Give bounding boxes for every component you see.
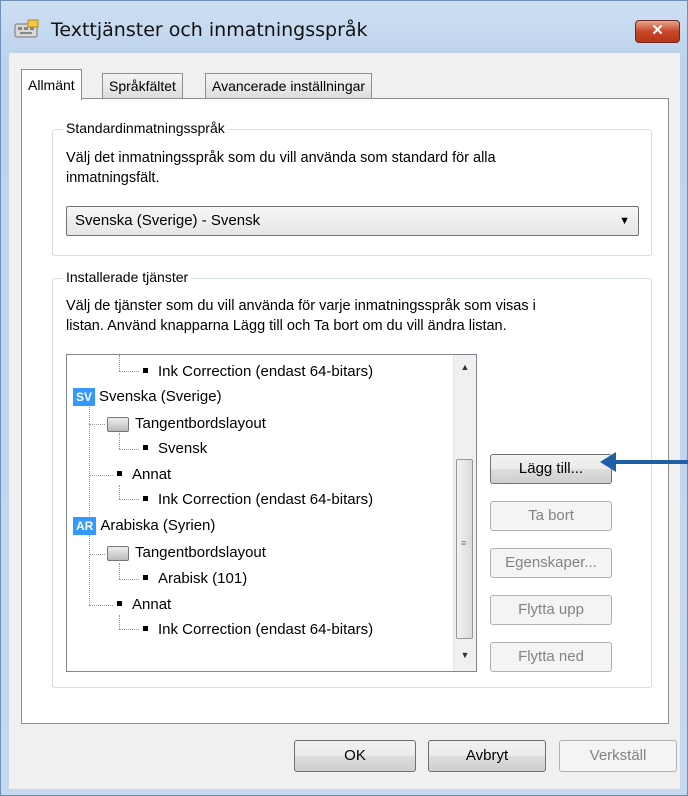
tree-connector bbox=[119, 499, 139, 500]
tree-scrollbar[interactable]: ▲ ≡ ▼ bbox=[453, 355, 476, 671]
tree-connector bbox=[89, 535, 90, 605]
arrow-left-icon bbox=[600, 452, 616, 472]
tree-connector bbox=[119, 355, 120, 371]
cancel-button[interactable]: Avbryt bbox=[428, 740, 546, 772]
selected-language-text: Svenska (Sverige) - Svensk bbox=[75, 212, 261, 229]
bullet-icon bbox=[143, 575, 148, 581]
move-down-button[interactable]: Flytta ned bbox=[490, 642, 612, 672]
tree-connector bbox=[119, 485, 120, 499]
language-badge: SV bbox=[73, 388, 96, 406]
bullet-icon bbox=[143, 368, 148, 374]
tree-connector bbox=[119, 629, 139, 630]
keyboard-icon bbox=[107, 545, 129, 561]
tree-item-ink-correction[interactable]: Ink Correction (endast 64-bitars) bbox=[143, 488, 373, 512]
properties-button[interactable]: Egenskaper... bbox=[490, 548, 612, 578]
bullet-icon bbox=[143, 445, 148, 451]
close-icon: ✕ bbox=[651, 22, 664, 39]
tree-connector bbox=[119, 579, 139, 580]
tree-item-ink-correction[interactable]: Ink Correction (endast 64-bitars) bbox=[143, 618, 373, 642]
tree-item-keyboard-layout[interactable]: Tangentbordslayout bbox=[107, 412, 266, 436]
installed-services-description-line1: Välj de tjänster som du vill använda för… bbox=[66, 298, 536, 314]
tree-item-keyboard-swedish[interactable]: Svensk bbox=[143, 437, 207, 461]
remove-button[interactable]: Ta bort bbox=[490, 501, 612, 531]
tree-item-other[interactable]: Annat bbox=[117, 593, 171, 617]
scrollbar-thumb[interactable]: ≡ bbox=[456, 459, 473, 639]
tree-connector bbox=[89, 554, 105, 555]
tree-connector bbox=[89, 424, 105, 425]
chevron-down-icon: ▼ bbox=[619, 215, 630, 227]
default-input-description-line2: inmatningsfält. bbox=[66, 170, 160, 186]
group-legend-installed-services: Installerade tjänster bbox=[63, 269, 192, 285]
tree-connector bbox=[119, 615, 120, 629]
bullet-icon bbox=[143, 626, 148, 632]
title-bar: Texttjänster och inmatningsspråk ✕ bbox=[1, 1, 687, 53]
tab-language-bar[interactable]: Språkfältet bbox=[102, 73, 183, 99]
tree-item-other[interactable]: Annat bbox=[117, 463, 171, 487]
installed-services-description-line2: listan. Använd knapparna Lägg till och T… bbox=[66, 318, 507, 334]
tree-item-language-arabic[interactable]: AR Arabiska (Syrien) bbox=[73, 514, 215, 538]
tree-connector bbox=[89, 475, 113, 476]
tree-connector bbox=[119, 371, 139, 372]
tab-general[interactable]: Allmänt bbox=[21, 69, 82, 100]
move-up-button[interactable]: Flytta upp bbox=[490, 595, 612, 625]
group-legend-default-input: Standardinmatningsspråk bbox=[63, 120, 228, 136]
apply-button[interactable]: Verkställ bbox=[559, 740, 677, 772]
keyboard-icon bbox=[107, 416, 129, 432]
tree-connector bbox=[89, 405, 90, 520]
installed-services-tree[interactable]: Ink Correction (endast 64-bitars) SV Sven… bbox=[66, 354, 477, 672]
tree-item-keyboard-layout[interactable]: Tangentbordslayout bbox=[107, 541, 266, 565]
tree-connector bbox=[119, 449, 139, 450]
scroll-up-arrow-icon[interactable]: ▲ bbox=[454, 357, 476, 377]
annotation-arrow-line bbox=[612, 460, 688, 464]
scroll-down-arrow-icon[interactable]: ▼ bbox=[454, 645, 476, 665]
default-input-language-select[interactable]: Svenska (Sverige) - Svensk ▼ bbox=[66, 206, 639, 236]
add-button[interactable]: Lägg till... bbox=[490, 454, 612, 484]
bullet-icon bbox=[117, 471, 122, 477]
tree-item-language-swedish[interactable]: SV Svenska (Sverige) bbox=[73, 385, 222, 409]
default-input-description-line1: Välj det inmatningsspråk som du vill anv… bbox=[66, 150, 496, 166]
grip-icon: ≡ bbox=[461, 538, 467, 548]
language-badge: AR bbox=[73, 517, 97, 535]
bullet-icon bbox=[117, 601, 122, 607]
tree-item-keyboard-arabic[interactable]: Arabisk (101) bbox=[143, 567, 247, 591]
close-button[interactable]: ✕ bbox=[635, 20, 680, 43]
text-services-icon bbox=[14, 19, 39, 38]
bullet-icon bbox=[143, 496, 148, 502]
tree-item-ink-correction[interactable]: Ink Correction (endast 64-bitars) bbox=[143, 360, 373, 384]
ok-button[interactable]: OK bbox=[294, 740, 416, 772]
tree-connector bbox=[119, 563, 120, 579]
tree-connector bbox=[89, 605, 113, 606]
window-title: Texttjänster och inmatningsspråk bbox=[51, 19, 368, 41]
tab-advanced-settings[interactable]: Avancerade inställningar bbox=[205, 73, 373, 99]
